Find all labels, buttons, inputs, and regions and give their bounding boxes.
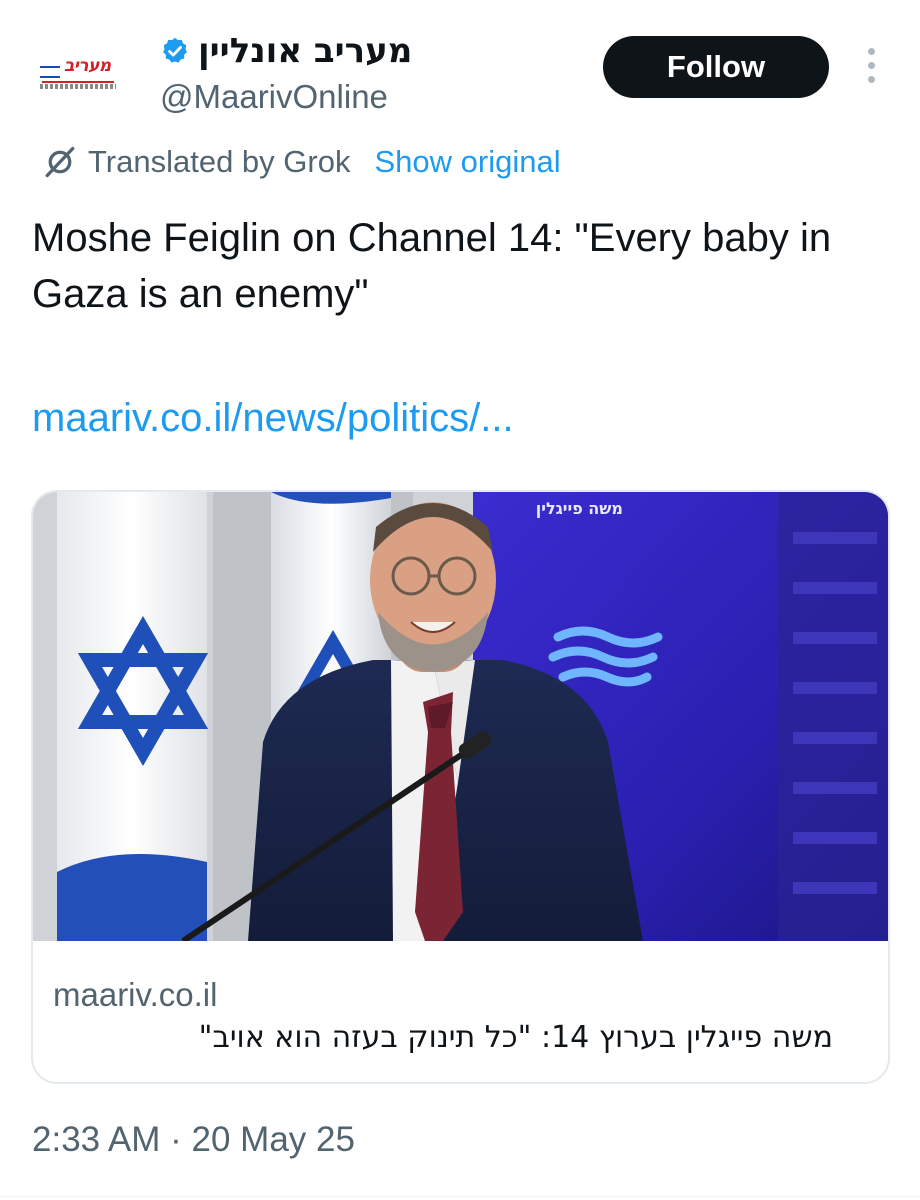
grok-icon (45, 146, 75, 178)
card-domain: maariv.co.il (53, 976, 218, 1013)
account-handle[interactable]: @MaarivOnline (160, 78, 388, 116)
tweet-timestamp[interactable]: 2:33 AM · 20 May 25 (32, 1120, 355, 1160)
link-preview-card[interactable]: משה פייגלין maariv.co.il משה פייגלין בער… (31, 490, 890, 1084)
backdrop-panels (778, 492, 888, 941)
tweet-link[interactable]: maariv.co.il/news/politics/... (32, 390, 514, 446)
avatar-logo-line (42, 81, 114, 83)
follow-button[interactable]: Follow (603, 36, 829, 98)
more-options-icon[interactable] (856, 40, 886, 90)
verified-badge-icon (163, 37, 187, 63)
avatar-logo: מעריב (64, 56, 111, 76)
card-image[interactable]: משה פייגלין (33, 492, 890, 941)
translated-by-label: Translated by Grok (88, 144, 351, 179)
tweet-text: Moshe Feiglin on Channel 14: "Every baby… (32, 216, 832, 316)
translation-row: Translated by Grok Show original (42, 140, 561, 184)
avatar-logo-subtext (40, 84, 116, 89)
display-name[interactable]: מעריב אונליין (198, 31, 412, 71)
show-original-link[interactable]: Show original (374, 144, 560, 180)
backdrop-text: משה פייגלין (536, 499, 623, 518)
divider (0, 1196, 920, 1197)
account-name-row[interactable]: מעריב אונליין (160, 28, 412, 74)
avatar[interactable]: מעריב (32, 42, 124, 108)
israeli-flag-left (57, 492, 209, 941)
card-title: משה פייגלין בערוץ 14: "כל תינוק בעזה הוא… (198, 1020, 833, 1055)
avatar-flag (40, 66, 60, 78)
tweet-header: מעריב מעריב אונליין @MaarivOnline Follow (0, 0, 920, 140)
